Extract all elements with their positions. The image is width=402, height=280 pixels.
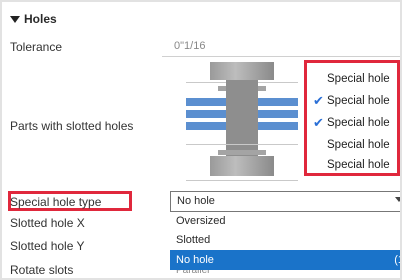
dropdown-option-slotted[interactable]: Slotted xyxy=(170,231,400,249)
special-hole-label: Special hole xyxy=(327,117,390,129)
dropdown-option-no-hole[interactable]: No hole (1 xyxy=(170,250,400,270)
check-icon: ✔ xyxy=(313,115,324,130)
holes-section-title: Holes xyxy=(24,12,57,26)
bolt-head-icon xyxy=(210,62,274,80)
special-hole-check-4[interactable]: Special hole xyxy=(313,135,400,155)
rotate-slots-label: Rotate slots xyxy=(10,263,74,277)
slotted-y-label: Slotted hole Y xyxy=(10,239,85,253)
bottom-washer-icon xyxy=(218,150,266,155)
special-hole-label: Special hole xyxy=(327,159,390,171)
special-hole-highlight: Special hole ✔ Special hole ✔ Special ho… xyxy=(304,60,400,176)
bolt-shaft-icon xyxy=(226,80,258,158)
special-hole-type-dropdown[interactable]: No hole xyxy=(170,191,400,212)
check-icon: ✔ xyxy=(313,93,324,108)
chevron-down-icon[interactable] xyxy=(395,197,400,202)
separator-line xyxy=(186,144,298,145)
tolerance-label: Tolerance xyxy=(10,40,63,54)
holes-section-header[interactable]: Holes xyxy=(10,12,57,26)
properties-panel: Holes Tolerance 0"1/16 Parts with slotte… xyxy=(0,0,402,280)
special-hole-check-1[interactable]: Special hole xyxy=(313,69,400,89)
nut-icon xyxy=(210,156,274,176)
separator-line xyxy=(186,180,298,181)
dropdown-option-oversized[interactable]: Oversized xyxy=(170,212,400,230)
slotted-x-label: Slotted hole X xyxy=(10,216,85,230)
dropdown-option-label: No hole xyxy=(176,254,214,266)
special-hole-check-5[interactable]: Special hole xyxy=(313,155,400,175)
slotted-parts-label: Parts with slotted holes xyxy=(10,119,134,133)
dropdown-value: No hole xyxy=(177,195,215,207)
dropdown-option-suffix: (1 xyxy=(394,254,400,266)
special-hole-label: Special hole xyxy=(327,139,390,151)
special-hole-check-2[interactable]: ✔ Special hole xyxy=(313,91,400,111)
special-hole-label: Special hole xyxy=(327,73,390,85)
special-hole-check-3[interactable]: ✔ Special hole xyxy=(313,113,400,133)
special-hole-type-label: Special hole type xyxy=(10,195,102,209)
special-hole-label: Special hole xyxy=(327,95,390,107)
tolerance-field[interactable]: 0"1/16 xyxy=(162,35,400,57)
collapse-triangle-icon[interactable] xyxy=(10,15,20,23)
bolt-hole-diagram xyxy=(186,62,298,188)
